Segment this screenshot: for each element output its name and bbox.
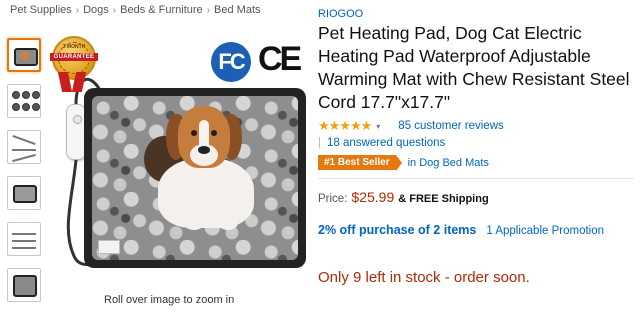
price-row: Price: $25.99 & FREE Shipping — [318, 189, 634, 205]
breadcrumb-item-beds-furniture[interactable]: Beds & Furniture — [120, 4, 203, 16]
star-rating-icon[interactable]: ★★★★★ — [318, 118, 372, 134]
beagle-image — [144, 98, 264, 238]
thumbnail-2[interactable] — [7, 84, 41, 118]
thumbnail-mat-image — [13, 275, 37, 297]
mat-tag — [98, 240, 120, 254]
breadcrumb-item-pet-supplies[interactable]: Pet Supplies — [10, 4, 72, 16]
customer-reviews-link[interactable]: 85 customer reviews — [398, 120, 503, 132]
badge-text: GUARANTEE — [50, 53, 98, 61]
fcc-logo-icon: FC — [211, 42, 251, 82]
breadcrumb: Pet Supplies › Dogs › Beds & Furniture › Bed M… — [10, 4, 261, 16]
thumbnail-4[interactable] — [7, 176, 41, 210]
promotion-row: 2% off purchase of 2 items 1 Applicable … — [318, 223, 634, 237]
chevron-down-icon[interactable]: ▾ — [376, 122, 380, 131]
zoom-hint: Roll over image to zoom in — [104, 294, 235, 306]
product-title: Pet Heating Pad, Dog Cat Electric Heatin… — [318, 23, 630, 112]
price-value: $25.99 — [351, 189, 395, 205]
promotion-text: 2% off purchase of 2 items — [318, 223, 477, 237]
ce-logo-icon: CE — [258, 40, 302, 78]
main-product-image[interactable]: 3 MONTH GUARANTEE FC CE — [48, 30, 312, 288]
product-details: RIOGOO Pet Heating Pad, Dog Cat Electric… — [318, 8, 634, 286]
breadcrumb-item-dogs[interactable]: Dogs — [83, 4, 109, 16]
thumbnail-cord-image — [12, 134, 36, 146]
answered-questions-row: | 18 answered questions — [318, 137, 634, 149]
thumbnail-1[interactable] — [7, 38, 41, 72]
answered-questions-link[interactable]: 18 answered questions — [327, 137, 445, 149]
thumbnail-diagram-image — [12, 233, 36, 235]
thumbnail-diagram-line — [12, 240, 36, 242]
free-shipping-link[interactable]: & FREE Shipping — [398, 193, 488, 205]
thumbnail-dog-image — [20, 51, 30, 60]
thumbnail-diagram-line — [12, 247, 36, 249]
temperature-controller — [66, 104, 86, 160]
thumbnail-cord-line — [12, 149, 36, 151]
thumbnail-cord-line — [12, 153, 36, 163]
divider-bar: | — [318, 137, 321, 149]
applicable-promotion-link[interactable]: 1 Applicable Promotion — [486, 225, 604, 237]
breadcrumb-separator-icon: › — [112, 5, 117, 16]
price-label: Price: — [318, 193, 348, 205]
thumbnail-5[interactable] — [7, 222, 41, 256]
breadcrumb-separator-icon: › — [206, 5, 211, 16]
badge-top-text: 3 MONTH — [62, 44, 86, 50]
thumbnail-3[interactable] — [7, 130, 41, 164]
thumbnail-mat-image — [13, 185, 37, 203]
best-seller-badge[interactable]: #1 Best Seller — [318, 155, 402, 171]
rating-row: ★★★★★ ▾ 85 customer reviews — [318, 118, 634, 134]
stock-status: Only 9 left in stock - order soon. — [318, 269, 530, 286]
divider — [318, 178, 634, 179]
breadcrumb-separator-icon: › — [75, 5, 80, 16]
bestseller-row: #1 Best Seller in Dog Bed Mats — [318, 155, 634, 171]
image-thumbnail-list — [7, 38, 43, 314]
thumbnail-6[interactable] — [7, 268, 41, 302]
best-seller-category-link[interactable]: in Dog Bed Mats — [408, 157, 489, 169]
breadcrumb-item-bed-mats[interactable]: Bed Mats — [214, 4, 260, 16]
brand-link[interactable]: RIOGOO — [318, 8, 634, 20]
